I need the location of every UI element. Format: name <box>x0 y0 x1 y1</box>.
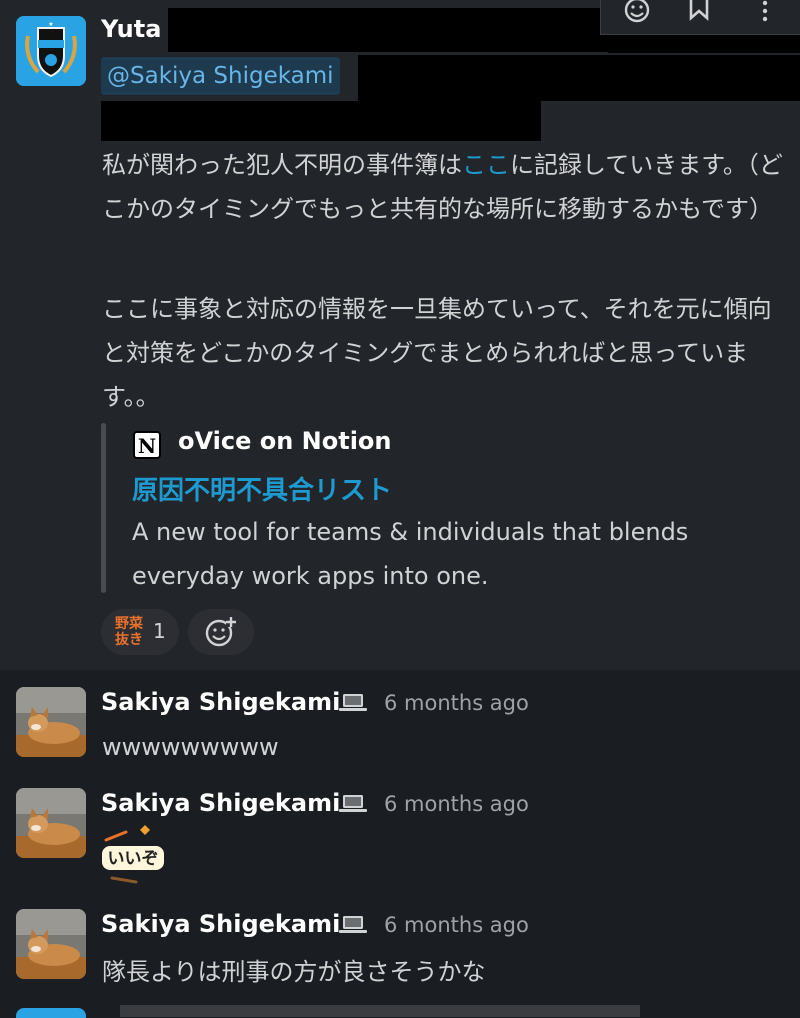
message-timestamp[interactable]: 6 months ago <box>384 913 529 937</box>
add-reaction-button[interactable] <box>188 609 254 655</box>
message-actions-toolbar <box>600 0 800 35</box>
redacted-block <box>168 8 608 52</box>
message-timestamp[interactable]: 6 months ago <box>384 691 529 715</box>
notion-link[interactable]: ここ <box>462 151 510 179</box>
laptop-icon <box>339 916 367 933</box>
sakiya-avatar[interactable] <box>16 687 86 757</box>
reaction-pill[interactable]: 野菜 抜き 1 <box>101 609 179 655</box>
unfurl-bar <box>101 423 106 593</box>
author-name[interactable]: Yuta <box>101 15 161 43</box>
user-mention[interactable]: @Sakiya Shigekami <box>101 57 340 95</box>
sakiya-avatar[interactable] <box>16 909 86 979</box>
redacted-block <box>608 33 800 53</box>
reaction-count: 1 <box>153 619 166 643</box>
emoji-text: 野菜 <box>115 616 143 632</box>
author-name[interactable]: Sakiya Shigekami <box>101 910 340 938</box>
redacted-block <box>101 101 541 141</box>
unfurl-description: A new tool for teams & individuals that … <box>132 518 689 590</box>
svg-text:N: N <box>138 434 156 458</box>
unfurl-title-link[interactable]: 原因不明不具合リスト <box>132 470 392 507</box>
club-emblem-icon: ★ <box>16 16 86 86</box>
yuta-avatar[interactable]: ★ <box>16 16 86 86</box>
next-message-clipped <box>120 1005 640 1017</box>
emoji-icon[interactable] <box>619 0 655 30</box>
message-yuta[interactable]: ★ Yuta @Sakiya Shigekami 私が関わった犯人不明の事件簿は… <box>0 0 800 670</box>
sakiya-avatar[interactable] <box>16 788 86 858</box>
author-name[interactable]: Sakiya Shigekami <box>101 688 340 716</box>
svg-text:★: ★ <box>48 21 53 28</box>
notion-icon: N <box>133 431 161 459</box>
message-text: 隊長よりは刑事の方が良さそうかな <box>102 958 486 986</box>
dog-photo-icon <box>16 788 86 858</box>
more-icon[interactable] <box>747 0 783 30</box>
message-paragraph: 私が関わった犯人不明の事件簿はここに記録していきます。（どこかのタイミングでもっ… <box>102 143 792 231</box>
laptop-icon <box>339 795 367 812</box>
author-name[interactable]: Sakiya Shigekami <box>101 789 340 817</box>
redacted-block <box>358 55 800 101</box>
message-text: 私が関わった犯人不明の事件簿は <box>102 151 462 179</box>
iize-sticker-icon: いいぞ <box>102 825 164 884</box>
laptop-icon <box>339 694 367 711</box>
message-text: wwwwwwwww <box>102 733 279 761</box>
message-paragraph: ここに事象と対応の情報を一旦集めていって、それを元に傾向と対策をどこかのタイミン… <box>102 295 772 411</box>
emoji-text: 抜き <box>115 632 143 648</box>
add-reaction-icon <box>205 617 236 647</box>
vegetable-emoji: 野菜 抜き <box>111 616 147 650</box>
sticker-text: いいぞ <box>108 849 159 869</box>
next-message-avatar[interactable] <box>16 1008 86 1018</box>
bookmark-icon[interactable] <box>681 0 717 30</box>
unfurl-source: oVice on Notion <box>178 427 392 455</box>
dog-photo-icon <box>16 687 86 757</box>
message-timestamp[interactable]: 6 months ago <box>384 792 529 816</box>
dog-photo-icon <box>16 909 86 979</box>
